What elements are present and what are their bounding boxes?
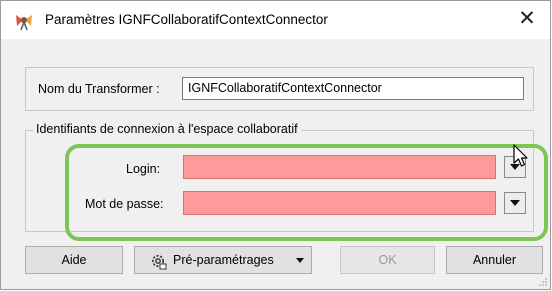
cancel-button[interactable]: Annuler: [446, 246, 543, 274]
gear-icon: [152, 255, 167, 270]
transformer-name-section: Nom du Transformer : IGNFCollaboratifCon…: [25, 67, 534, 111]
dialog-window: Paramètres IGNFCollaboratifContextConnec…: [0, 0, 551, 290]
transformer-name-input[interactable]: IGNFCollaboratifContextConnector: [182, 77, 524, 100]
close-icon[interactable]: ✕: [504, 1, 550, 39]
window-title: Paramètres IGNFCollaboratifContextConnec…: [45, 12, 328, 27]
highlight-outline: [65, 144, 548, 241]
presets-label: Pré-paramétrages: [173, 253, 274, 267]
app-icon: [16, 15, 32, 31]
resize-grip-icon[interactable]: [539, 278, 547, 286]
credentials-group-title: Identifiants de connexion à l'espace col…: [33, 122, 301, 136]
presets-button[interactable]: Pré-paramétrages: [134, 246, 312, 274]
mouse-cursor-icon: [513, 144, 528, 167]
help-button[interactable]: Aide: [25, 246, 123, 274]
title-bar[interactable]: Paramètres IGNFCollaboratifContextConnec…: [1, 1, 550, 39]
ok-button[interactable]: OK: [340, 246, 435, 274]
chevron-down-icon: [296, 258, 304, 263]
transformer-name-label: Nom du Transformer :: [38, 82, 160, 96]
